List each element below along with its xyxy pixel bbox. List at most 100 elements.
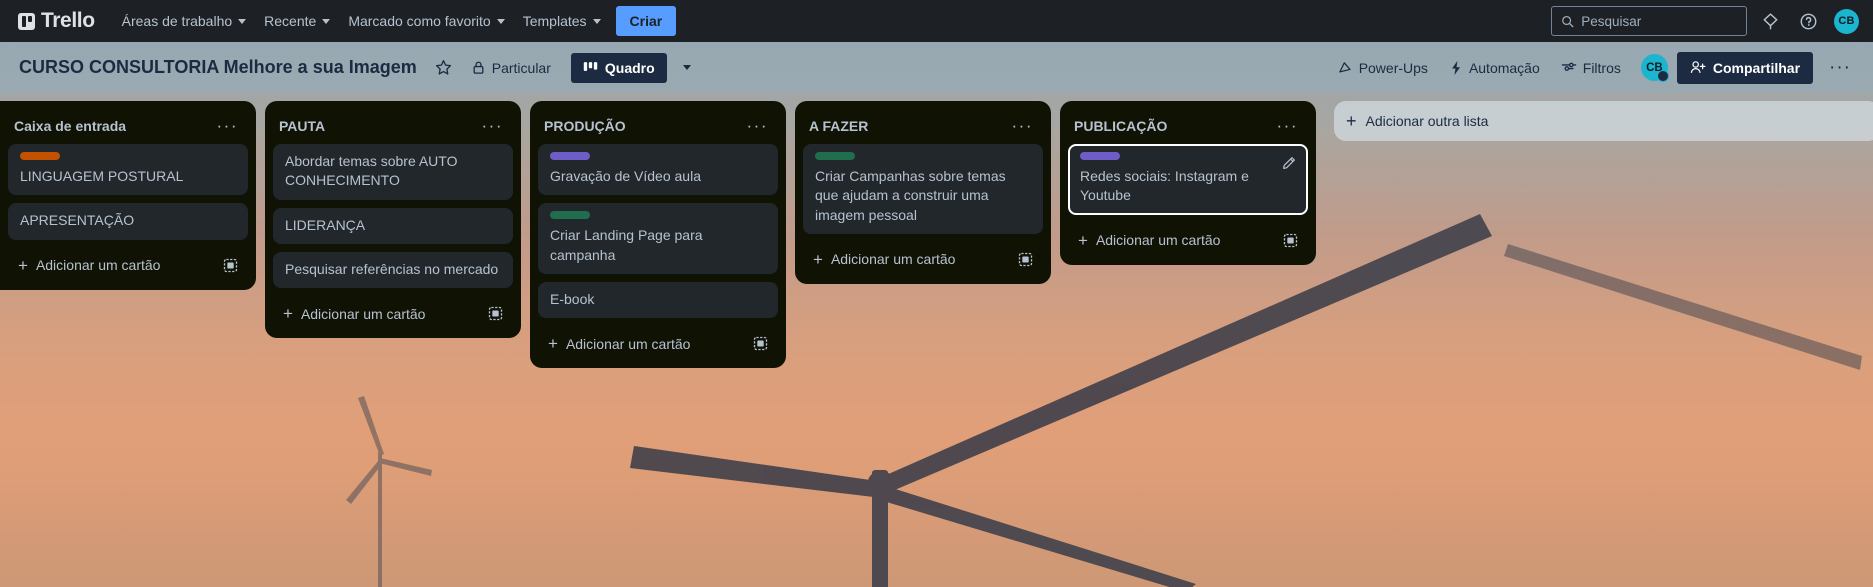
trello-logo-icon [18,12,35,30]
star-icon [435,60,451,75]
board-member-avatar[interactable]: CB [1640,54,1669,82]
search-icon [1562,15,1574,27]
star-board-button[interactable] [427,53,460,82]
add-card-label: Adicionar um cartão [830,251,956,268]
list-title[interactable]: PUBLICAÇÃO [1074,118,1167,134]
person-add-icon [1690,61,1706,73]
power-ups-button[interactable]: Power-Ups [1329,54,1436,82]
nav-item-templates[interactable]: Templates [514,7,610,35]
card-template-icon[interactable] [1283,233,1298,248]
list-menu-button[interactable]: ··· [211,115,244,136]
board-header-right-group: Power-Ups Automação Filtros CB Compartil… [1326,51,1861,84]
automation-button[interactable]: Automação [1441,54,1548,82]
card[interactable]: LINGUAGEM POSTURAL [8,144,248,196]
card[interactable]: LIDERANÇA [273,207,513,244]
list-producao: PRODUÇÃO ··· Gravação de Vídeo aula Cria… [530,101,786,369]
add-another-list-label: Adicionar outra lista [1365,113,1489,129]
card-label-purple[interactable] [550,152,590,160]
card-title: Redes sociais: Instagram e Youtube [1080,168,1249,204]
list-header: PUBLICAÇÃO ··· [1064,109,1312,144]
nav-item-workspaces[interactable]: Áreas de trabalho [113,7,256,35]
card[interactable]: Gravação de Vídeo aula [538,144,778,196]
plus-icon: + [1346,111,1357,131]
card-container: Redes sociais: Instagram e Youtube [1064,144,1312,215]
trello-app: Trello Áreas de trabalho Recente Marcado… [0,0,1873,587]
card-label-orange[interactable] [20,152,60,160]
search-input[interactable] [1581,13,1737,29]
board-view-label: Quadro [604,59,655,76]
lock-icon [473,61,484,74]
board-visibility-button[interactable]: Particular [463,54,559,82]
list-title[interactable]: PAUTA [279,118,325,134]
list-header: PAUTA ··· [269,109,517,144]
nav-item-workspaces-label: Áreas de trabalho [121,13,233,29]
card[interactable]: Criar Landing Page para campanha [538,203,778,274]
list-pauta: PAUTA ··· Abordar temas sobre AUTO CONHE… [265,101,521,339]
filters-label: Filtros [1582,59,1621,76]
list-title[interactable]: PRODUÇÃO [544,118,626,134]
card-template-icon[interactable] [223,258,238,273]
chevron-down-icon [238,18,247,24]
add-card-button[interactable]: + Adicionar um cartão [273,297,513,330]
create-button[interactable]: Criar [615,6,677,36]
plus-icon: + [1078,230,1088,250]
list-menu-button[interactable]: ··· [741,115,774,136]
card-title: Pesquisar referências no mercado [285,260,499,277]
card-selected[interactable]: Redes sociais: Instagram e Youtube [1068,144,1308,215]
automation-label: Automação [1468,59,1540,76]
list-title[interactable]: Caixa de entrada [14,118,126,134]
nav-item-templates-label: Templates [522,13,587,29]
bolt-icon [1452,60,1461,75]
card-label-green[interactable] [815,152,855,160]
list-menu-button[interactable]: ··· [1271,115,1304,136]
nav-item-favorites[interactable]: Marcado como favorito [339,7,513,35]
add-card-button[interactable]: + Adicionar um cartão [8,249,248,282]
trello-logo-home-button[interactable]: Trello [10,5,103,37]
card[interactable]: E-book [538,281,778,319]
card-template-icon[interactable] [753,336,768,351]
notifications-button[interactable] [1755,6,1785,36]
chevron-down-icon [682,65,691,70]
user-avatar[interactable]: CB [1834,8,1859,34]
card-template-icon[interactable] [1018,252,1033,267]
list-menu-button[interactable]: ··· [476,115,509,136]
board-title[interactable]: CURSO CONSULTORIA Melhore a sua Imagem [12,52,424,83]
top-navigation-right-group: CB [1551,6,1865,36]
plus-icon: + [283,304,293,324]
filters-button[interactable]: Filtros [1553,54,1629,82]
board-menu-button[interactable]: ··· [1819,54,1861,81]
add-card-button[interactable]: + Adicionar um cartão [1068,224,1308,257]
share-button[interactable]: Compartilhar [1676,51,1814,84]
list-header: Caixa de entrada ··· [4,109,252,144]
card-label-green[interactable] [550,211,590,220]
board-view-button[interactable]: Quadro [570,52,667,83]
plus-icon: + [813,249,823,269]
help-button[interactable] [1793,6,1823,36]
add-card-label: Adicionar um cartão [1095,232,1221,249]
add-card-button[interactable]: + Adicionar um cartão [803,243,1043,276]
nav-item-favorites-label: Marcado como favorito [348,13,491,29]
add-card-button[interactable]: + Adicionar um cartão [538,327,778,360]
card-container: Gravação de Vídeo aula Criar Landing Pag… [534,144,782,319]
add-card-label: Adicionar um cartão [300,305,426,322]
card[interactable]: Abordar temas sobre AUTO CONHECIMENTO [273,144,513,200]
search-box[interactable] [1551,6,1747,36]
pencil-icon[interactable] [1279,153,1299,173]
card[interactable]: Criar Campanhas sobre temas que ajudam a… [803,144,1043,234]
help-circle-icon [1800,13,1816,29]
add-another-list-button[interactable]: + Adicionar outra lista [1334,101,1873,141]
board-view-dropdown-button[interactable] [673,58,699,77]
list-header: PRODUÇÃO ··· [534,109,782,144]
plus-icon: + [548,334,558,354]
nav-item-recent[interactable]: Recente [255,7,339,35]
card-label-purple[interactable] [1080,152,1120,160]
list-title[interactable]: A FAZER [809,118,868,134]
list-menu-button[interactable]: ··· [1006,115,1039,136]
board-canvas: Caixa de entrada ··· LINGUAGEM POSTURAL … [0,93,1873,587]
card[interactable]: Pesquisar referências no mercado [273,251,513,289]
card-template-icon[interactable] [488,306,503,321]
card-title: Gravação de Vídeo aula [550,168,701,184]
chevron-down-icon [496,18,505,24]
card[interactable]: APRESENTAÇÃO [8,203,248,240]
card-title: E-book [550,290,595,307]
